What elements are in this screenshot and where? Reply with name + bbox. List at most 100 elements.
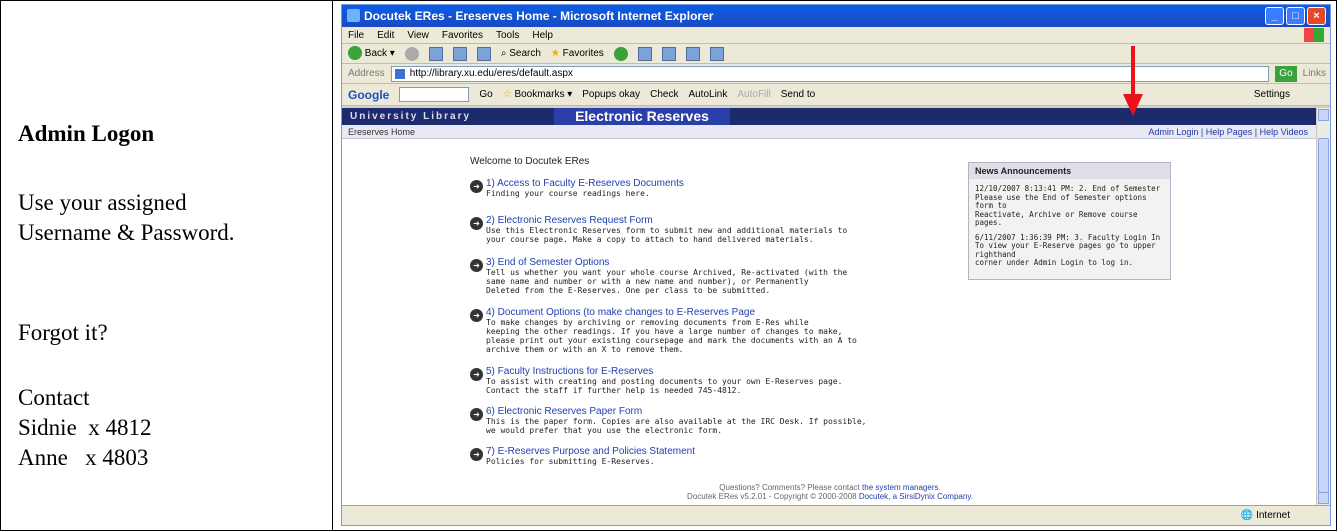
- google-search-input[interactable]: [399, 87, 470, 102]
- home-icon[interactable]: [476, 46, 491, 61]
- maximize-button[interactable]: □: [1286, 7, 1305, 25]
- windows-logo-icon: [1304, 28, 1324, 42]
- news-entry-line: To view your E-Reserve pages go to upper…: [975, 241, 1156, 259]
- window-titlebar[interactable]: Docutek ERes - Ereserves Home - Microsof…: [342, 5, 1330, 27]
- footer-copyright-text: Docutek ERes v5.2.01 - Copyright © 2000-…: [687, 492, 857, 501]
- item-desc: To assist with creating and posting docu…: [486, 377, 843, 386]
- item-desc: please print out your existing coursepag…: [486, 336, 857, 345]
- check-button[interactable]: Check: [650, 84, 678, 106]
- menu-bar: File Edit View Favorites Tools Help: [342, 27, 1330, 44]
- list-item: ➜ 1) Access to Faculty E-Reserves Docume…: [470, 178, 950, 198]
- item-desc: This is the paper form. Copies are also …: [486, 417, 867, 426]
- list-item: ➜ 6) Electronic Reserves Paper Form This…: [470, 406, 950, 435]
- internet-zone: 🌐 Internet: [1240, 510, 1290, 521]
- search-label: Search: [509, 47, 541, 59]
- popups-button[interactable]: Popups okay: [582, 84, 640, 106]
- item-link[interactable]: 2) Electronic Reserves Request Form: [486, 215, 950, 226]
- menu-help[interactable]: Help: [532, 27, 553, 43]
- sendto-button[interactable]: Send to: [781, 84, 815, 106]
- electronic-reserves-title: Electronic Reserves: [554, 108, 730, 125]
- page-icon: [394, 68, 405, 79]
- menu-view[interactable]: View: [407, 27, 429, 43]
- ereserves-home-link[interactable]: Ereserves Home: [348, 125, 415, 139]
- edit-icon[interactable]: [685, 46, 700, 61]
- go-button[interactable]: Go: [1275, 65, 1297, 82]
- list-item: ➜ 3) End of Semester Options Tell us whe…: [470, 257, 950, 295]
- item-desc: Contact the staff if further help is nee…: [486, 386, 742, 395]
- instructions-panel: Admin Logon Use your assigned Username &…: [0, 0, 333, 531]
- list-item: ➜ 2) Electronic Reserves Request Form Us…: [470, 215, 950, 244]
- forward-arrow-icon[interactable]: [404, 46, 419, 61]
- instruction-line-2: Username & Password.: [18, 220, 235, 245]
- menu-favorites[interactable]: Favorites: [442, 27, 483, 43]
- address-url: http://library.xu.edu/eres/default.aspx: [409, 67, 573, 79]
- menu-file[interactable]: File: [348, 27, 364, 43]
- contact-label: Contact: [18, 385, 90, 410]
- item-link[interactable]: 6) Electronic Reserves Paper Form: [486, 406, 950, 417]
- menu-tools[interactable]: Tools: [496, 27, 519, 43]
- menu-edit[interactable]: Edit: [377, 27, 394, 43]
- browser-window: Docutek ERes - Ereserves Home - Microsof…: [341, 4, 1331, 526]
- autofill-button[interactable]: AutoFill: [737, 84, 770, 106]
- item-link[interactable]: 5) Faculty Instructions for E-Reserves: [486, 366, 950, 377]
- autolink-button[interactable]: AutoLink: [688, 84, 727, 106]
- arrow-bullet-icon: ➜: [470, 448, 483, 461]
- item-link[interactable]: 1) Access to Faculty E-Reserves Document…: [486, 178, 950, 189]
- scroll-up-icon[interactable]: [1318, 109, 1329, 121]
- item-desc: archive them or with an X to remove them…: [486, 345, 684, 354]
- minimize-button[interactable]: _: [1265, 7, 1284, 25]
- forgot-text: Forgot it?: [18, 320, 108, 345]
- back-button[interactable]: Back ▾: [348, 44, 395, 64]
- mail-icon[interactable]: [637, 46, 652, 61]
- news-entry-line: corner under Admin Login to log in.: [975, 258, 1134, 267]
- web-page: University Library Electronic Reserves E…: [342, 108, 1318, 505]
- favorites-button[interactable]: ★ Favorites: [551, 44, 604, 64]
- docutek-link[interactable]: Docutek, a SirsiDynix Company: [859, 492, 971, 501]
- scroll-thumb[interactable]: [1318, 138, 1329, 493]
- settings-button[interactable]: Settings: [1254, 84, 1330, 106]
- history-icon[interactable]: [613, 46, 628, 61]
- back-arrow-icon: [348, 45, 362, 60]
- item-desc: Policies for submitting E-Reserves.: [486, 457, 655, 466]
- news-title: News Announcements: [969, 163, 1170, 179]
- footer-contact: Questions? Comments? Please contact the …: [719, 483, 941, 492]
- stop-icon[interactable]: [428, 46, 443, 61]
- links-button[interactable]: Links: [1303, 64, 1330, 84]
- welcome-text: Welcome to Docutek ERes: [470, 156, 590, 167]
- item-link[interactable]: 4) Document Options (to make changes to …: [486, 307, 950, 318]
- admin-help-links[interactable]: Admin Login | Help Pages | Help Videos: [1148, 125, 1308, 139]
- ie-icon: [347, 9, 360, 22]
- arrow-bullet-icon: ➜: [470, 180, 483, 193]
- status-bar: 🌐 Internet: [342, 505, 1330, 525]
- system-managers-link[interactable]: the system managers: [862, 483, 938, 492]
- google-logo[interactable]: Google: [348, 84, 389, 106]
- item-desc: Deleted from the E-Reserves. One per cla…: [486, 286, 771, 295]
- internet-zone-label: Internet: [1256, 510, 1290, 521]
- item-link[interactable]: 7) E-Reserves Purpose and Policies State…: [486, 446, 950, 457]
- item-desc: Finding your course readings here.: [486, 189, 650, 198]
- item-desc: Tell us whether you want your whole cour…: [486, 268, 848, 277]
- scroll-down-icon[interactable]: [1318, 492, 1329, 504]
- item-desc: same name and number or with a new name …: [486, 277, 809, 286]
- vertical-scrollbar[interactable]: [1316, 108, 1330, 505]
- page-navbar: Ereserves Home Admin Login | Help Pages …: [342, 125, 1318, 139]
- refresh-icon[interactable]: [452, 46, 467, 61]
- arrow-bullet-icon: ➜: [470, 309, 483, 322]
- arrow-bullet-icon: ➜: [470, 217, 483, 230]
- google-go-button[interactable]: Go: [479, 84, 492, 106]
- list-item: ➜ 7) E-Reserves Purpose and Policies Sta…: [470, 446, 950, 466]
- address-label: Address: [348, 67, 385, 79]
- item-desc: Use this Electronic Reserves form to sub…: [486, 226, 848, 235]
- arrow-bullet-icon: ➜: [470, 368, 483, 381]
- search-button[interactable]: ⌕ Search: [501, 44, 541, 64]
- bookmarks-button[interactable]: ☆ Bookmarks ▾: [503, 84, 573, 106]
- bookmarks-label: Bookmarks: [514, 88, 565, 100]
- close-button[interactable]: ×: [1307, 7, 1326, 25]
- arrow-bullet-icon: ➜: [470, 408, 483, 421]
- google-toolbar: Google Go ☆ Bookmarks ▾ Popups okay Chec…: [342, 84, 1330, 106]
- print-icon[interactable]: [661, 46, 676, 61]
- footer-contact-text: Questions? Comments? Please contact: [719, 483, 860, 492]
- item-link[interactable]: 3) End of Semester Options: [486, 257, 950, 268]
- news-announcements-panel: News Announcements 12/10/2007 8:13:41 PM…: [968, 162, 1171, 280]
- discuss-icon[interactable]: [709, 46, 724, 61]
